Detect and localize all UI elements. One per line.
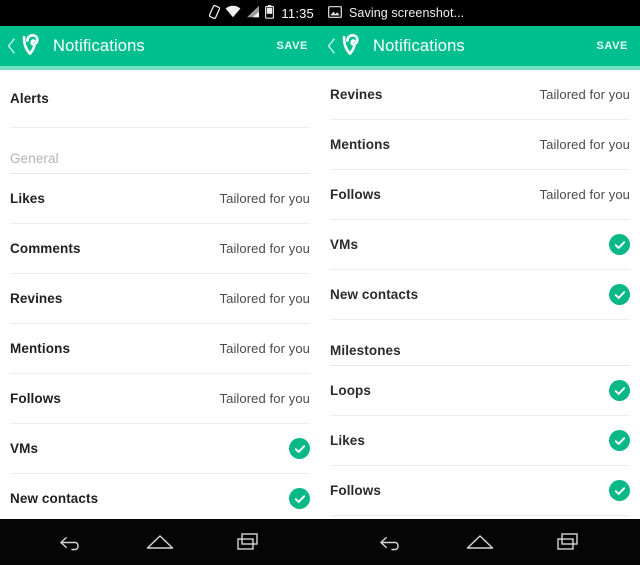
chevron-left-icon[interactable] [4,38,18,54]
check-toggle-icon[interactable] [609,380,630,401]
app-bar: Notifications SAVE [320,26,640,70]
list-item-label: Follows [10,391,61,406]
list-item-value: Tailored for you [219,241,310,256]
list-item-value: Tailored for you [219,341,310,356]
list-item[interactable]: Mentions Tailored for you [330,120,630,170]
list-item-label: Comments [10,241,81,256]
list-item[interactable]: Follows Tailored for you [330,170,630,220]
phone-screen-right: Saving screenshot... Notifications SAVE … [320,0,640,565]
check-toggle-icon[interactable] [609,430,630,451]
list-item[interactable]: Alerts [10,70,310,128]
list-item-value: Tailored for you [539,137,630,152]
check-toggle-icon[interactable] [289,488,310,509]
list-item-label: Mentions [330,137,391,152]
list-item[interactable]: Comments Tailored for you [10,224,310,274]
back-icon[interactable] [368,525,414,559]
list-item[interactable]: Likes [330,416,630,466]
notifications-list: Revines Tailored for you Mentions Tailored … [320,66,640,519]
home-icon[interactable] [457,525,503,559]
list-item-label: New contacts [10,491,99,506]
list-item-label: Follows [330,483,381,498]
list-item-label: VMs [330,237,359,252]
list-item[interactable]: Mentions Tailored for you [10,324,310,374]
list-item-value: Tailored for you [539,87,630,102]
status-clock: 11:35 [281,5,314,21]
android-nav-bar [0,519,320,565]
vine-logo-icon[interactable] [18,34,44,58]
signal-icon [246,5,260,21]
section-label: General [10,151,59,166]
list-item[interactable]: Likes Tailored for you [10,174,310,224]
list-item-label: Follows [330,187,381,202]
list-item-value: Tailored for you [539,187,630,202]
list-item-label: Mentions [10,341,71,356]
status-bar: 11:35 [0,0,320,26]
wifi-icon [225,5,241,21]
list-item-value: Tailored for you [219,291,310,306]
battery-icon [265,4,275,22]
list-item-label: VMs [10,441,39,456]
list-item[interactable]: VMs [10,424,310,474]
status-bar: Saving screenshot... [320,0,640,26]
app-bar: Notifications SAVE [0,26,320,70]
page-title: Notifications [53,36,145,55]
status-notification-text: Saving screenshot... [349,6,465,20]
list-item-value: Tailored for you [219,191,310,206]
recents-icon[interactable] [546,525,592,559]
list-item[interactable]: Revines Tailored for you [330,70,630,120]
status-bar-left: Saving screenshot... [328,5,632,21]
notifications-list: Alerts General Likes Tailored for you Commen… [0,66,320,519]
back-icon[interactable] [48,525,94,559]
check-toggle-icon[interactable] [609,234,630,255]
list-item-label: Likes [10,191,46,206]
list-item[interactable]: Follows Tailored for you [10,374,310,424]
list-item[interactable]: New contacts [10,474,310,519]
image-icon [328,5,342,21]
list-item[interactable]: Loops [330,366,630,416]
check-toggle-icon[interactable] [609,480,630,501]
vibrate-icon [209,4,221,22]
list-item[interactable]: Follows [330,466,630,516]
list-item-label: Alerts [10,91,49,106]
phone-screen-left: 11:35 Notifications SAVE Alerts General Li… [0,0,320,565]
list-item-label: Likes [330,433,366,448]
home-icon[interactable] [137,525,183,559]
list-item-label: Revines [330,87,383,102]
list-item[interactable]: New contacts [330,270,630,320]
save-button[interactable]: SAVE [274,36,310,56]
android-nav-bar [320,519,640,565]
chevron-left-icon[interactable] [324,38,338,54]
list-item-label: Loops [330,383,371,398]
list-item[interactable]: Revines Tailored for you [10,274,310,324]
status-bar-right: 11:35 [209,4,314,22]
dual-screenshot-container: 11:35 Notifications SAVE Alerts General Li… [0,0,640,565]
list-item-label: New contacts [330,287,419,302]
check-toggle-icon[interactable] [289,438,310,459]
list-section-header: Milestones [330,320,630,366]
save-button[interactable]: SAVE [594,36,630,56]
list-section-header: General [10,128,310,174]
list-item-label: Revines [10,291,63,306]
list-item[interactable]: VMs [330,220,630,270]
section-label: Milestones [330,343,401,358]
check-toggle-icon[interactable] [609,284,630,305]
list-item-value: Tailored for you [219,391,310,406]
page-title: Notifications [373,36,465,55]
vine-logo-icon[interactable] [338,34,364,58]
recents-icon[interactable] [226,525,272,559]
